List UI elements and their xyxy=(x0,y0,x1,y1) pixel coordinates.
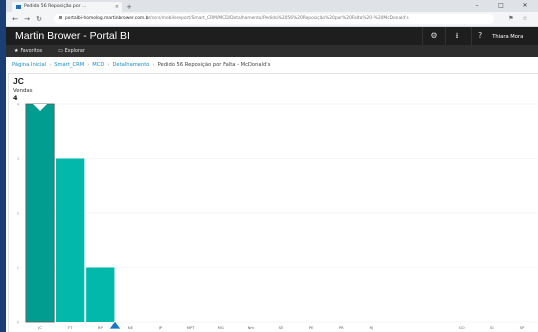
x-tick-label: SI xyxy=(490,325,494,330)
breadcrumb-smart-crm[interactable]: Smart_CRM xyxy=(54,62,84,68)
close-tab-icon[interactable]: × xyxy=(115,2,119,12)
x-tick-label: MPT xyxy=(187,325,196,330)
x-tick-label: PR xyxy=(339,325,344,330)
x-tick-label: JP xyxy=(158,325,163,330)
gear-icon[interactable]: ⚙ xyxy=(422,27,445,45)
x-tick-label: SE xyxy=(279,325,284,330)
chevron-right-icon: › xyxy=(49,62,52,68)
bar-chart: 0 1 2 3 4 JC FT RP NE JP MPT MG Nm SE PE PR RJ GO SI SP xyxy=(17,103,537,330)
x-tick-label: RP xyxy=(98,325,104,330)
breadcrumb-mcd[interactable]: MCD xyxy=(92,62,104,68)
download-icon[interactable]: ⭳ xyxy=(445,27,468,45)
x-tick-label: MG xyxy=(218,325,224,330)
portal-header: Martin Brower - Portal BI ⚙ ⭳ ? Thiara Mo… xyxy=(6,27,538,45)
bar-jc[interactable] xyxy=(25,103,55,323)
browser-tab-title: Pedido 56 Reposição por ... xyxy=(24,4,87,9)
chevron-right-icon: › xyxy=(152,62,155,68)
favorites-link[interactable]: ★ Favoritos xyxy=(14,45,42,58)
x-tick-label: JC xyxy=(37,325,42,330)
chevron-right-icon: › xyxy=(87,62,90,68)
chevron-right-icon: › xyxy=(107,62,110,68)
bookmark-star-icon[interactable]: ☆ xyxy=(520,14,530,24)
portal-subnav: ★ Favoritos ▭ Explorar xyxy=(6,45,538,57)
back-icon[interactable]: ← xyxy=(10,14,20,24)
browser-tab[interactable]: Pedido 56 Reposição por ... × xyxy=(12,2,122,12)
forward-icon[interactable]: → xyxy=(22,14,32,24)
page-info-icon[interactable] xyxy=(59,16,62,19)
explore-label: Explorar xyxy=(64,49,85,54)
y-tick-label: 3 xyxy=(17,157,19,161)
reload-icon[interactable]: ↻ xyxy=(34,14,44,24)
user-menu[interactable]: ? Thiara Mora xyxy=(471,27,538,45)
new-tab-icon[interactable]: + xyxy=(124,2,134,12)
address-bar: ← → ↻ portalbi-homolog.martinbrower.com.… xyxy=(6,12,538,27)
x-tick-label: FT xyxy=(68,325,73,330)
breadcrumb: Página Inicial › Smart_CRM › MCD › Detalhament… xyxy=(12,59,270,71)
minimize-icon[interactable]: – xyxy=(466,0,488,12)
bar-rp[interactable] xyxy=(86,267,115,323)
x-tick-label: SP xyxy=(520,325,525,330)
star-icon: ★ xyxy=(14,48,19,54)
explore-link[interactable]: ▭ Explorar xyxy=(58,45,85,58)
user-name: Thiara Mora xyxy=(492,34,524,40)
y-tick-label: 1 xyxy=(17,266,19,270)
bar-ft[interactable] xyxy=(56,158,85,323)
x-tick-label: GO xyxy=(459,325,465,330)
browser-window: Pedido 56 Reposição por ... × + – □ ✕ ← … xyxy=(6,0,538,332)
x-tick-label: NE xyxy=(128,325,134,330)
url-field[interactable]: portalbi-homolog.martinbrower.com.br/ssr… xyxy=(54,14,494,24)
favorites-label: Favoritos xyxy=(20,49,43,54)
breadcrumb-home[interactable]: Página Inicial xyxy=(12,62,46,68)
url-path: /ssrs/mobilereport/Smart_CRM/MCD/Detalha… xyxy=(150,16,409,21)
maximize-icon[interactable]: □ xyxy=(490,0,512,12)
power-bi-favicon-icon xyxy=(16,5,21,9)
breadcrumb-current: Pedido 56 Reposição por Falta - McDonald… xyxy=(157,62,271,68)
report-card: JC Vendas 4 0 1 2 3 4 JC FT RP NE JP MPT MG Nm SE PE PR… xyxy=(8,73,538,332)
help-icon[interactable]: ? xyxy=(478,31,482,40)
x-tick-label: Nm xyxy=(248,325,255,330)
y-tick-label: 4 xyxy=(17,103,20,107)
portal-title[interactable]: Martin Brower - Portal BI xyxy=(15,27,130,45)
y-tick-label: 0 xyxy=(17,321,20,325)
breadcrumb-detalhamento[interactable]: Detalhamento xyxy=(112,62,149,68)
x-tick-label: RJ xyxy=(369,325,373,330)
browse-icon: ▭ xyxy=(58,48,63,54)
mouse-cursor-icon xyxy=(109,321,121,330)
translate-icon[interactable]: ⚑ xyxy=(506,14,516,24)
x-tick-label: PE xyxy=(309,325,314,330)
url-host: portalbi-homolog.martinbrower.com.br xyxy=(65,16,151,21)
y-tick-label: 2 xyxy=(17,212,19,216)
browser-tab-strip: Pedido 56 Reposição por ... × + – □ ✕ xyxy=(6,0,538,12)
close-window-icon[interactable]: ✕ xyxy=(514,0,536,12)
